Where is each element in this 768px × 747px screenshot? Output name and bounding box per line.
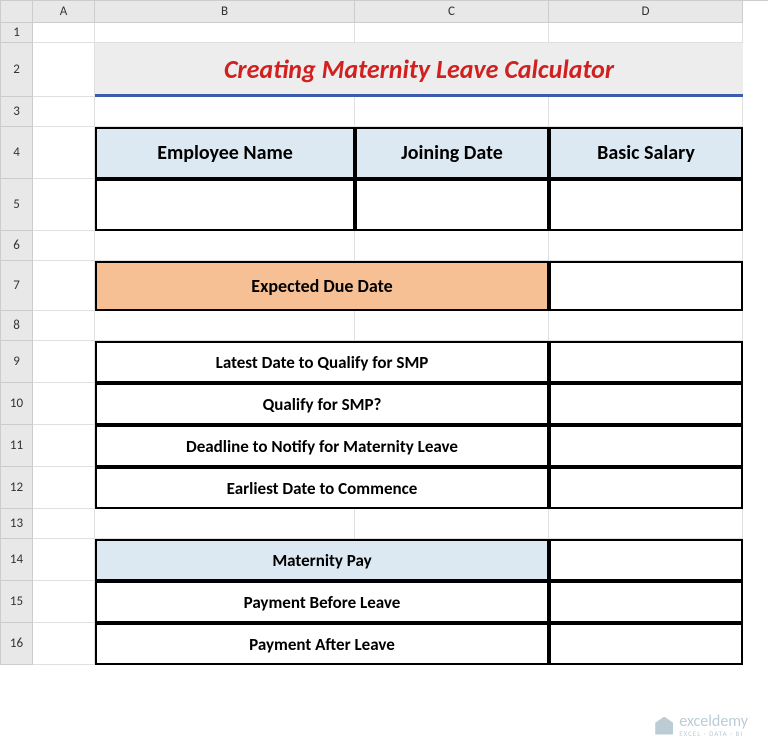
cell-b6[interactable] xyxy=(95,231,355,261)
cell-a16[interactable] xyxy=(33,623,95,665)
header-basic-salary[interactable]: Basic Salary xyxy=(549,127,743,179)
cell-a1[interactable] xyxy=(33,23,95,43)
header-joining-date[interactable]: Joining Date xyxy=(355,127,549,179)
header-employee-name[interactable]: Employee Name xyxy=(95,127,355,179)
row-header-13[interactable]: 13 xyxy=(1,509,33,539)
cell-d3[interactable] xyxy=(549,97,743,127)
row-header-8[interactable]: 8 xyxy=(1,311,33,341)
watermark-sub: EXCEL · DATA · BI xyxy=(679,730,748,737)
row-header-3[interactable]: 3 xyxy=(1,97,33,127)
row-header-4[interactable]: 4 xyxy=(1,127,33,179)
cell-a6[interactable] xyxy=(33,231,95,261)
row-header-6[interactable]: 6 xyxy=(1,231,33,261)
cell-a15[interactable] xyxy=(33,581,95,623)
cell-a14[interactable] xyxy=(33,539,95,581)
cell-c8[interactable] xyxy=(355,311,549,341)
value-payment-after[interactable] xyxy=(549,623,743,665)
input-joining-date[interactable] xyxy=(355,179,549,231)
cell-b13[interactable] xyxy=(95,509,355,539)
select-all-corner[interactable] xyxy=(1,1,33,23)
cell-a10[interactable] xyxy=(33,383,95,425)
label-payment-before[interactable]: Payment Before Leave xyxy=(95,581,549,623)
value-earliest-commence[interactable] xyxy=(549,467,743,509)
cell-a4[interactable] xyxy=(33,127,95,179)
cell-a9[interactable] xyxy=(33,341,95,383)
value-latest-date-smp[interactable] xyxy=(549,341,743,383)
label-latest-date-smp[interactable]: Latest Date to Qualify for SMP xyxy=(95,341,549,383)
row-header-10[interactable]: 10 xyxy=(1,383,33,425)
cell-a13[interactable] xyxy=(33,509,95,539)
watermark: exceldemy EXCEL · DATA · BI xyxy=(655,714,748,737)
row-header-5[interactable]: 5 xyxy=(1,179,33,231)
row-header-9[interactable]: 9 xyxy=(1,341,33,383)
cell-c1[interactable] xyxy=(355,23,549,43)
col-header-a[interactable]: A xyxy=(33,1,95,23)
row-header-15[interactable]: 15 xyxy=(1,581,33,623)
cell-c3[interactable] xyxy=(355,97,549,127)
cell-c6[interactable] xyxy=(355,231,549,261)
col-header-c[interactable]: C xyxy=(355,1,549,23)
value-qualify-smp[interactable] xyxy=(549,383,743,425)
row-header-11[interactable]: 11 xyxy=(1,425,33,467)
cell-b8[interactable] xyxy=(95,311,355,341)
cell-a11[interactable] xyxy=(33,425,95,467)
row-header-7[interactable]: 7 xyxy=(1,261,33,311)
value-payment-before[interactable] xyxy=(549,581,743,623)
cell-d13[interactable] xyxy=(549,509,743,539)
label-payment-after[interactable]: Payment After Leave xyxy=(95,623,549,665)
value-maternity-pay[interactable] xyxy=(549,539,743,581)
row-header-1[interactable]: 1 xyxy=(1,23,33,43)
label-qualify-smp[interactable]: Qualify for SMP? xyxy=(95,383,549,425)
label-earliest-commence[interactable]: Earliest Date to Commence xyxy=(95,467,549,509)
cell-d1[interactable] xyxy=(549,23,743,43)
cell-a7[interactable] xyxy=(33,261,95,311)
watermark-logo-icon xyxy=(655,717,673,735)
title-cell[interactable]: Creating Maternity Leave Calculator xyxy=(95,43,743,97)
cell-b3[interactable] xyxy=(95,97,355,127)
cell-a12[interactable] xyxy=(33,467,95,509)
watermark-text: exceldemy EXCEL · DATA · BI xyxy=(679,714,748,737)
cell-b1[interactable] xyxy=(95,23,355,43)
input-basic-salary[interactable] xyxy=(549,179,743,231)
cell-d6[interactable] xyxy=(549,231,743,261)
row-header-2[interactable]: 2 xyxy=(1,43,33,97)
row-header-12[interactable]: 12 xyxy=(1,467,33,509)
cell-a3[interactable] xyxy=(33,97,95,127)
header-maternity-pay[interactable]: Maternity Pay xyxy=(95,539,549,581)
cell-c13[interactable] xyxy=(355,509,549,539)
row-header-14[interactable]: 14 xyxy=(1,539,33,581)
value-deadline-notify[interactable] xyxy=(549,425,743,467)
cell-a5[interactable] xyxy=(33,179,95,231)
col-header-b[interactable]: B xyxy=(95,1,355,23)
row-header-16[interactable]: 16 xyxy=(1,623,33,665)
cell-a2[interactable] xyxy=(33,43,95,97)
input-expected-due-date[interactable] xyxy=(549,261,743,311)
col-header-d[interactable]: D xyxy=(549,1,743,23)
label-deadline-notify[interactable]: Deadline to Notify for Maternity Leave xyxy=(95,425,549,467)
cell-a8[interactable] xyxy=(33,311,95,341)
spreadsheet-grid: A B C D 1 2 Creating Maternity Leave Cal… xyxy=(0,0,768,665)
label-expected-due-date[interactable]: Expected Due Date xyxy=(95,261,549,311)
input-employee-name[interactable] xyxy=(95,179,355,231)
cell-d8[interactable] xyxy=(549,311,743,341)
watermark-main: exceldemy xyxy=(679,714,748,730)
